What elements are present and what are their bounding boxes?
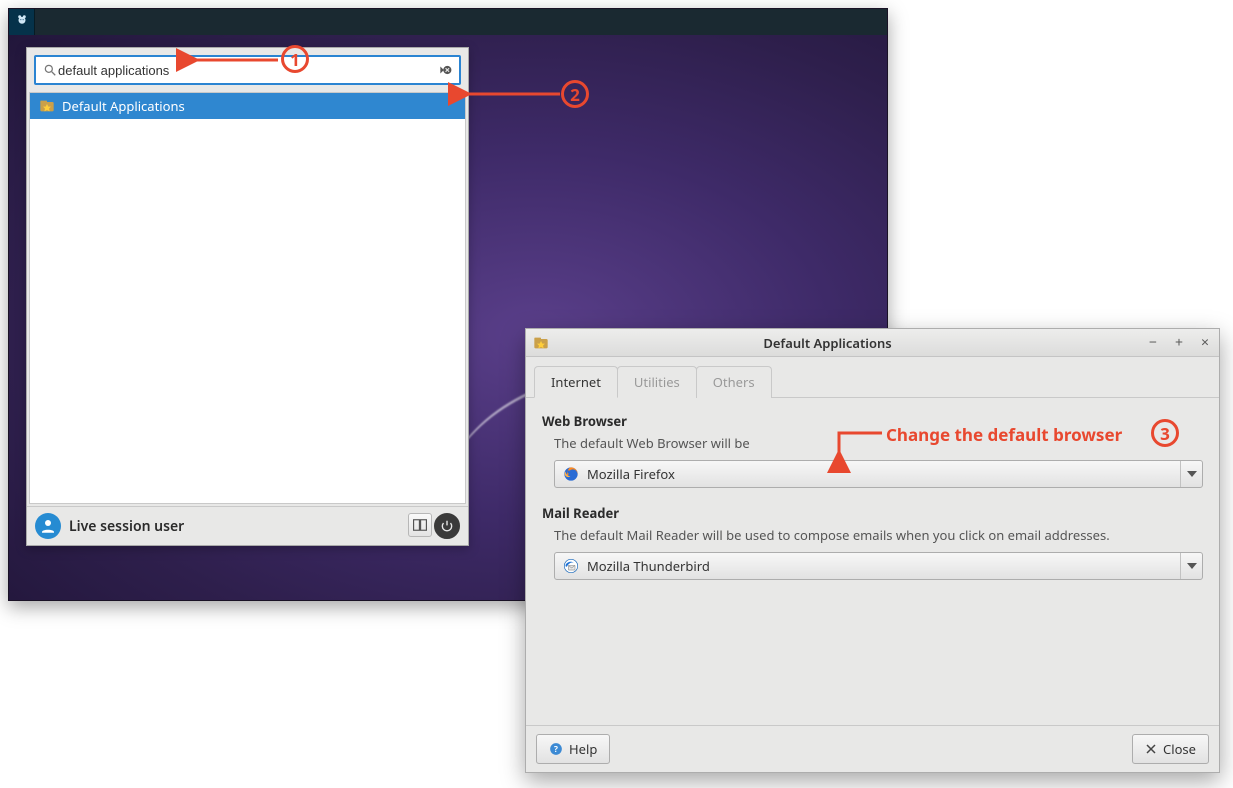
close-window-button[interactable]: ×: [1197, 335, 1213, 351]
mail-reader-value: Mozilla Thunderbird: [587, 557, 1180, 575]
clear-icon[interactable]: [437, 62, 453, 78]
chevron-down-icon: [1180, 553, 1202, 579]
minimize-button[interactable]: −: [1145, 335, 1161, 351]
tab-internet[interactable]: Internet: [534, 366, 618, 398]
dialog-footer: ? Help Close: [526, 725, 1219, 772]
tab-bar: Internet Utilities Others: [526, 357, 1219, 398]
section-mail-reader-desc: The default Mail Reader will be used to …: [554, 526, 1203, 544]
result-label: Default Applications: [62, 97, 185, 115]
tab-utilities[interactable]: Utilities: [617, 366, 697, 398]
annotation-badge-3: 3: [1151, 419, 1179, 447]
annotation-badge-1: 1: [281, 45, 309, 73]
close-button[interactable]: Close: [1132, 734, 1209, 764]
default-applications-dialog: Default Applications − + × Internet Util…: [525, 328, 1220, 773]
top-panel: [9, 9, 887, 35]
mail-reader-combo[interactable]: Mozilla Thunderbird: [554, 552, 1203, 580]
power-button[interactable]: [434, 513, 460, 539]
web-browser-value: Mozilla Firefox: [587, 465, 1180, 483]
annotation-arrow-3: [827, 427, 887, 467]
search-icon: [42, 62, 58, 78]
settings-button[interactable]: [408, 513, 432, 537]
annotation-arrow-2: [462, 87, 562, 101]
close-label: Close: [1163, 740, 1196, 758]
whisker-menu-popup: Default Applications Live session user: [26, 47, 469, 546]
user-label: Live session user: [69, 517, 400, 536]
thunderbird-icon: [561, 556, 581, 576]
preferences-icon: [38, 97, 56, 115]
annotation-label-3: Change the default browser: [886, 423, 1122, 446]
search-results: Default Applications: [29, 92, 466, 504]
titlebar[interactable]: Default Applications − + ×: [526, 329, 1219, 357]
menu-footer: Live session user: [27, 506, 468, 545]
help-button[interactable]: ? Help: [536, 734, 610, 764]
svg-text:?: ?: [554, 744, 558, 755]
chevron-down-icon: [1180, 461, 1202, 487]
help-label: Help: [569, 740, 597, 758]
annotation-number-3: 3: [1160, 422, 1170, 445]
annotation-number-1: 1: [290, 48, 300, 71]
annotation-arrow-1: [190, 53, 280, 67]
section-mail-reader-title: Mail Reader: [542, 504, 1203, 522]
result-default-applications[interactable]: Default Applications: [30, 93, 465, 119]
dialog-title: Default Applications: [518, 334, 1137, 352]
help-icon: ?: [549, 742, 563, 756]
whisker-menu-button[interactable]: [9, 9, 35, 35]
close-icon: [1145, 743, 1157, 755]
power-icon: [440, 519, 454, 533]
annotation-badge-2: 2: [561, 80, 589, 108]
avatar[interactable]: [35, 513, 61, 539]
panel-icon: [413, 519, 427, 531]
annotation-number-2: 2: [570, 83, 580, 106]
tab-others[interactable]: Others: [696, 366, 772, 398]
mouse-icon: [15, 15, 29, 29]
firefox-icon: [561, 464, 581, 484]
maximize-button[interactable]: +: [1171, 335, 1187, 351]
